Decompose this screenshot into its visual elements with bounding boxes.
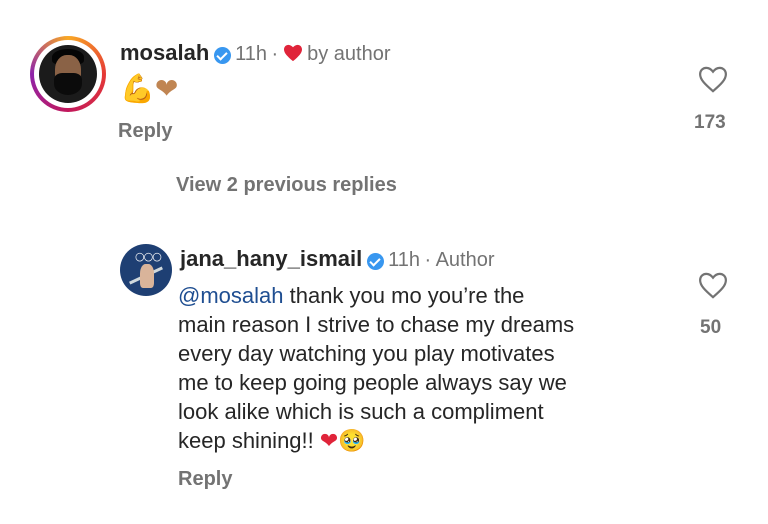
liked-by-author: by author (307, 43, 391, 65)
view-previous-replies[interactable]: View 2 previous replies (176, 174, 397, 197)
reply-button-2[interactable]: Reply (178, 468, 232, 491)
like-outline-icon[interactable] (698, 66, 728, 93)
olympic-rings-icon: ○○○ (135, 250, 162, 263)
like-count: 50 (700, 317, 722, 338)
comment-time: 11h (235, 43, 268, 65)
verified-icon (213, 47, 231, 65)
username-mosalah[interactable]: mosalah (120, 40, 209, 65)
reply-button[interactable]: Reply (118, 120, 172, 143)
author-badge: Author (435, 249, 495, 271)
separator: · (424, 249, 432, 271)
like-outline-icon[interactable] (698, 272, 728, 299)
reply-time: 11h (388, 249, 421, 271)
reply-text: @mosalah thank you mo you’re the main re… (178, 283, 575, 454)
avatar-mosalah[interactable] (30, 36, 106, 112)
heart-emoji-pleading-face: ❤🥹 (319, 429, 366, 454)
comment-header: mosalah 11h · by author (120, 40, 390, 66)
comment-text: 💪❤ (120, 72, 179, 105)
username-jana[interactable]: jana_hany_ismail (180, 246, 362, 271)
separator: · (271, 43, 279, 65)
verified-icon (366, 253, 384, 271)
reply-header: jana_hany_ismail 11h · Author (180, 246, 495, 272)
avatar-jana[interactable]: ○○○ (120, 244, 172, 296)
mention-link[interactable]: @mosalah (178, 283, 284, 308)
heart-icon (283, 44, 302, 62)
like-count: 173 (694, 112, 726, 133)
